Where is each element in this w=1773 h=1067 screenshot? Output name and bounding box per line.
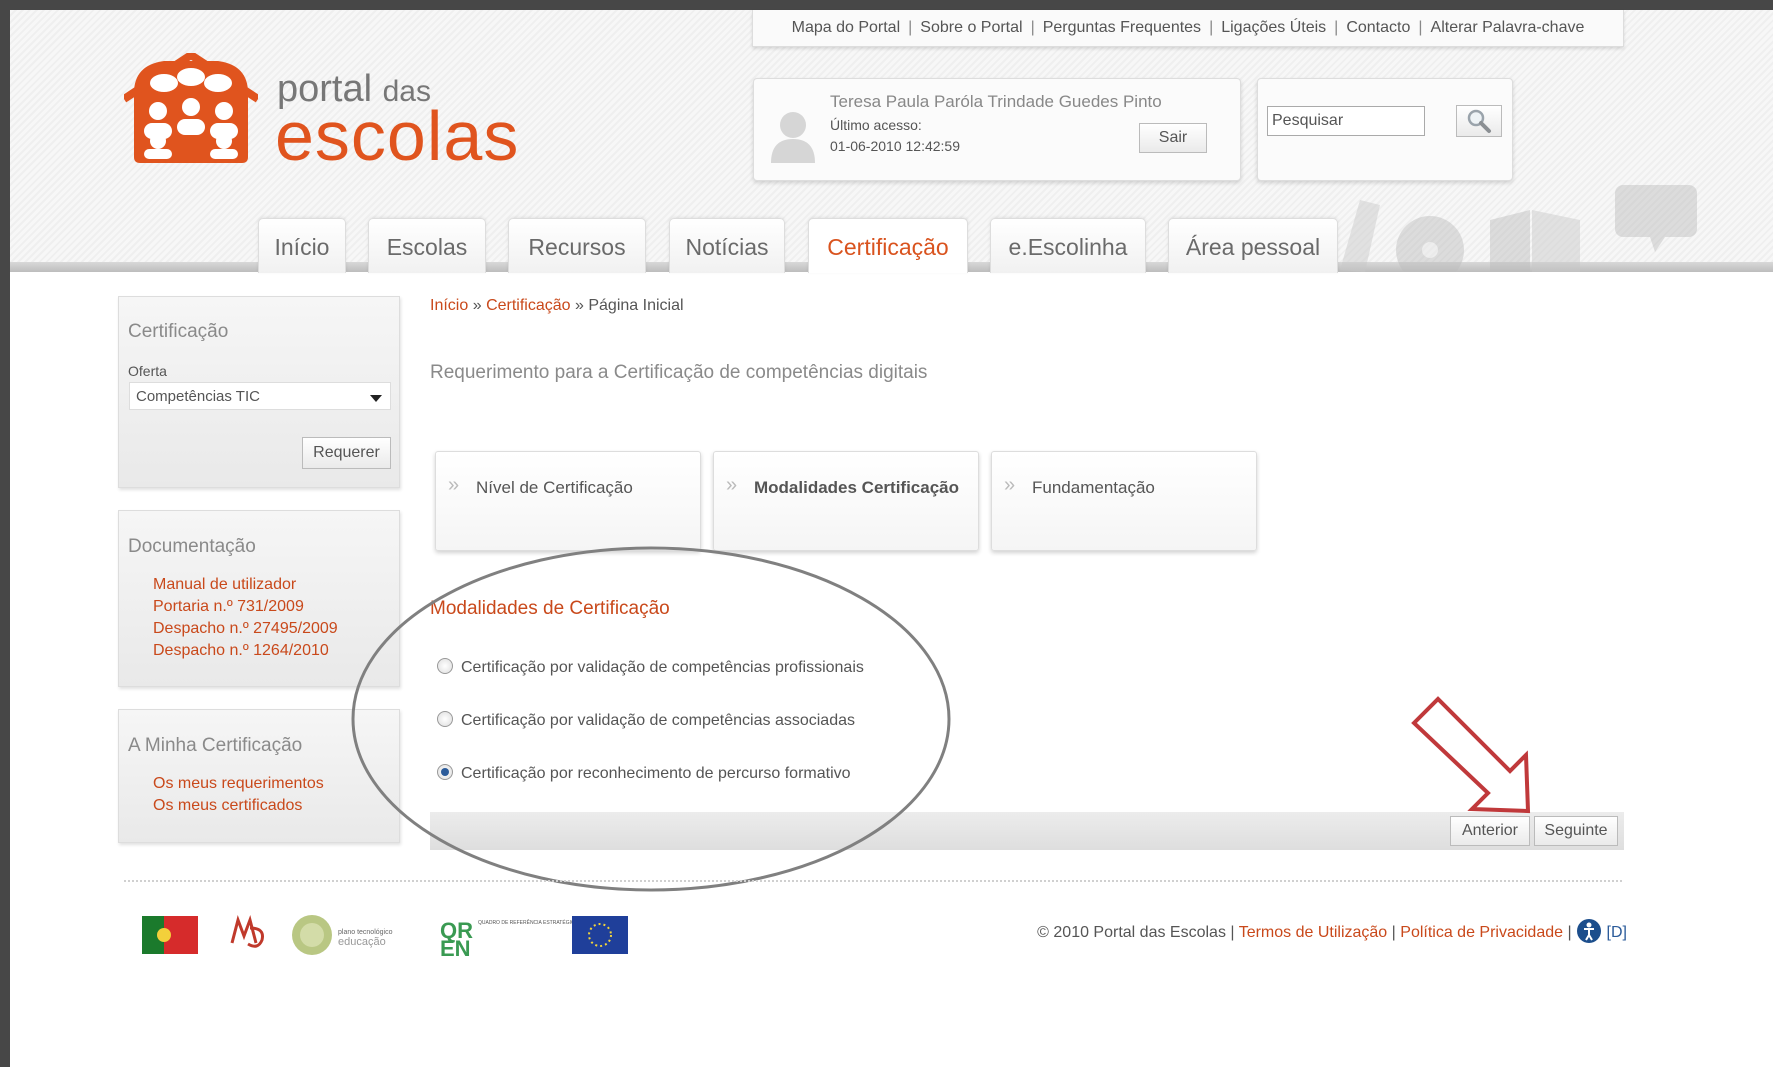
search-icon — [1467, 109, 1491, 133]
tab-certificacao[interactable]: Certificação — [808, 218, 968, 273]
toplink-separator: | — [1209, 19, 1214, 36]
tab-inicio[interactable]: Início — [258, 218, 346, 273]
avatar — [771, 112, 815, 163]
oferta-label: Oferta — [128, 363, 167, 379]
toplink-separator: | — [1418, 19, 1423, 36]
top-links-bar: Mapa do Portal | Sobre o Portal | Pergunta… — [752, 10, 1624, 47]
oferta-selected-value: Competências TIC — [136, 388, 260, 405]
sidebar-documentacao-title: Documentação — [128, 536, 256, 557]
tab-recursos[interactable]: Recursos — [508, 218, 646, 273]
svg-text:educação: educação — [338, 936, 386, 948]
footer-divider — [124, 880, 1622, 882]
footer-partner-logos: plano tecnológico educação QR EN QUADRO … — [142, 915, 628, 958]
portal-logo-icon[interactable] — [124, 53, 258, 165]
window-frame-top — [0, 0, 1773, 10]
link-manual-utilizador[interactable]: Manual de utilizador — [153, 574, 338, 596]
link-meus-requerimentos[interactable]: Os meus requerimentos — [153, 773, 324, 795]
requerer-button[interactable]: Requerer — [302, 437, 391, 469]
double-chevron-icon: » — [1004, 474, 1016, 496]
previous-button[interactable]: Anterior — [1450, 816, 1530, 846]
toplink-ligacoes[interactable]: Ligações Úteis — [1221, 19, 1326, 37]
link-despacho-27495[interactable]: Despacho n.º 27495/2009 — [153, 618, 338, 640]
breadcrumb-separator: » — [472, 297, 482, 314]
breadcrumb-current: Página Inicial — [588, 297, 684, 314]
footer-copyright: © 2010 Portal das Escolas — [1037, 924, 1226, 941]
toplink-mapa[interactable]: Mapa do Portal — [792, 19, 901, 37]
breadcrumb-certificacao[interactable]: Certificação — [486, 297, 570, 314]
step-label: Nível de Certificação — [476, 478, 633, 497]
svg-text:EN: EN — [440, 936, 471, 958]
accessibility-icon[interactable] — [1576, 918, 1602, 944]
search-button[interactable] — [1456, 105, 1502, 137]
minha-certificacao-links: Os meus requerimentos Os meus certificad… — [153, 773, 324, 817]
tab-noticias[interactable]: Notícias — [669, 218, 785, 273]
chevron-down-icon — [370, 395, 382, 402]
logo-text-escolas: escolas — [275, 97, 520, 175]
step-modalidades-certificacao[interactable]: » Modalidades Certificação — [713, 451, 979, 551]
last-access-date: 01-06-2010 12:42:59 — [830, 138, 960, 154]
toplink-faq[interactable]: Perguntas Frequentes — [1043, 19, 1201, 37]
footer-legal: © 2010 Portal das Escolas | Termos de Ut… — [1037, 918, 1627, 944]
toplink-separator: | — [1334, 19, 1339, 36]
sidebar-certificacao-box: Certificação Oferta Competências TIC Req… — [118, 296, 400, 488]
svg-text:plano tecnológico: plano tecnológico — [338, 929, 393, 936]
annotation-arrow-icon — [1411, 696, 1531, 814]
footer-separator: | — [1230, 924, 1235, 941]
tab-e-escolinha[interactable]: e.Escolinha — [990, 218, 1146, 273]
annotation-ellipse — [351, 546, 951, 892]
step-fundamentacao[interactable]: » Fundamentação — [991, 451, 1257, 551]
eu-flag-icon — [572, 916, 628, 954]
breadcrumb: Início » Certificação » Página Inicial — [430, 297, 684, 315]
step-label: Fundamentação — [1032, 478, 1155, 497]
user-panel: Teresa Paula Paróla Trindade Guedes Pint… — [753, 78, 1241, 181]
search-input[interactable] — [1267, 106, 1425, 136]
documentacao-links: Manual de utilizador Portaria n.º 731/20… — [153, 574, 338, 662]
search-panel — [1257, 78, 1513, 181]
page-title: Requerimento para a Certificação de comp… — [430, 362, 928, 383]
link-meus-certificados[interactable]: Os meus certificados — [153, 795, 324, 817]
header-decoration-icon — [1340, 185, 1697, 272]
description-link[interactable]: [D] — [1607, 924, 1627, 941]
link-politica-privacidade[interactable]: Política de Privacidade — [1400, 924, 1563, 941]
tab-escolas[interactable]: Escolas — [368, 218, 486, 273]
plano-tecnologico-logo-icon: plano tecnológico educação — [292, 915, 393, 955]
window-frame-left — [0, 0, 10, 1067]
link-despacho-1264[interactable]: Despacho n.º 1264/2010 — [153, 640, 338, 662]
user-name: Teresa Paula Paróla Trindade Guedes Pint… — [830, 92, 1162, 111]
toplink-contacto[interactable]: Contacto — [1346, 19, 1410, 37]
sidebar-minha-certificacao-title: A Minha Certificação — [128, 735, 303, 756]
tab-area-pessoal[interactable]: Área pessoal — [1168, 218, 1338, 273]
me-logo-icon — [230, 915, 264, 948]
step-nivel-certificacao[interactable]: » Nível de Certificação — [435, 451, 701, 551]
link-termos-utilizacao[interactable]: Termos de Utilização — [1239, 924, 1388, 941]
footer-separator: | — [1391, 924, 1396, 941]
footer-separator: | — [1567, 924, 1572, 941]
last-access-label: Último acesso: — [830, 117, 922, 133]
double-chevron-icon: » — [726, 474, 738, 496]
double-chevron-icon: » — [448, 474, 460, 496]
next-button[interactable]: Seguinte — [1534, 816, 1618, 846]
logout-button[interactable]: Sair — [1139, 123, 1207, 153]
toplink-separator: | — [908, 19, 913, 36]
link-portaria-731[interactable]: Portaria n.º 731/2009 — [153, 596, 338, 618]
breadcrumb-separator: » — [575, 297, 584, 314]
toplink-sobre[interactable]: Sobre o Portal — [920, 19, 1022, 37]
step-label: Modalidades Certificação — [754, 478, 960, 497]
toplink-alterar-palavra-chave[interactable]: Alterar Palavra-chave — [1431, 19, 1585, 37]
portugal-flag-icon — [142, 916, 198, 954]
sidebar-certificacao-title: Certificação — [128, 321, 229, 342]
oferta-select[interactable]: Competências TIC — [129, 382, 391, 410]
toplink-separator: | — [1030, 19, 1035, 36]
breadcrumb-inicio[interactable]: Início — [430, 297, 468, 314]
